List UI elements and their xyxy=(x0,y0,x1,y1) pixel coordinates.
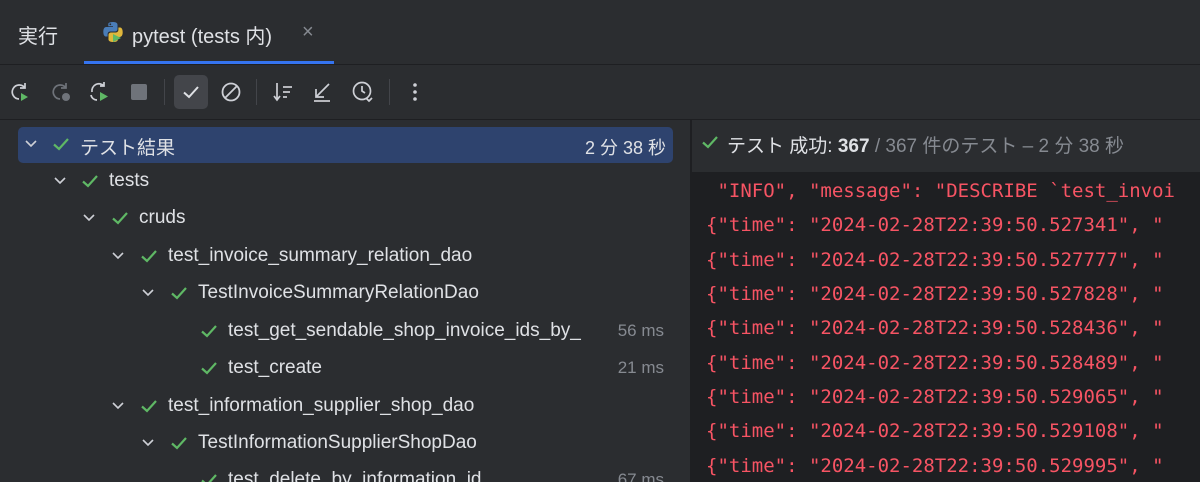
console-line: {"time": "2024-02-28T22:39:50.529995", " xyxy=(706,455,1164,477)
status-summary: / 367 件のテスト – 2 分 38 秒 xyxy=(869,136,1125,157)
close-tab-icon[interactable]: × xyxy=(302,21,314,44)
console-line: {"time": "2024-02-28T22:39:50.527828", " xyxy=(706,283,1164,305)
tree-node-label: test_create xyxy=(228,357,322,378)
tree-node-label: テスト結果 xyxy=(80,138,176,159)
sort-alphabetically-icon xyxy=(273,83,292,102)
active-tab-indicator xyxy=(84,61,334,64)
console-line: "INFO", "message": "DESCRIBE `test_invoi xyxy=(706,180,1175,202)
show-ignored-icon xyxy=(221,82,241,102)
tree-node-module[interactable]: test_information_supplier_shop_dao xyxy=(0,388,690,425)
passed-check-icon xyxy=(171,437,187,450)
tree-node-class[interactable]: TestInvoiceSummaryRelationDao xyxy=(0,275,690,312)
more-options-icon xyxy=(413,83,417,101)
sort-by-duration-icon xyxy=(352,81,373,103)
show-ignored-toggle[interactable] xyxy=(214,75,248,109)
passed-check-icon xyxy=(112,212,128,225)
sort-by-duration-button[interactable] xyxy=(346,75,380,109)
test-status-text: テスト 成功: 367 / 367 件のテスト – 2 分 38 秒 xyxy=(727,131,1124,158)
test-results-tree: テスト結果 2 分 38 秒 tests cruds test_invoice_… xyxy=(0,120,690,482)
console-line: {"time": "2024-02-28T22:39:50.528489", " xyxy=(706,352,1164,374)
chevron-down-icon[interactable] xyxy=(81,209,97,225)
passed-check-icon xyxy=(141,400,157,413)
tree-node-label: test_information_supplier_shop_dao xyxy=(168,395,475,416)
test-duration: 67 ms xyxy=(617,470,664,482)
passed-check-icon xyxy=(171,287,187,300)
tool-window-tab-bar: 実行 pytest (tests 内) × xyxy=(0,0,1200,65)
tree-node-label: TestInformationSupplierShopDao xyxy=(198,432,477,453)
tree-node-label: cruds xyxy=(139,207,186,228)
toggle-auto-test-button[interactable] xyxy=(82,75,116,109)
chevron-down-icon[interactable] xyxy=(52,172,68,188)
rerun-button[interactable] xyxy=(2,75,36,109)
rerun-failed-icon xyxy=(52,83,70,101)
sort-alphabetically-button[interactable] xyxy=(266,75,300,109)
chevron-down-icon[interactable] xyxy=(140,434,156,450)
toolbar-separator xyxy=(256,79,257,105)
passed-check-icon xyxy=(141,250,157,263)
tree-node-label: tests xyxy=(109,170,150,191)
tree-node-tests[interactable]: tests xyxy=(0,163,690,200)
tree-node-cruds[interactable]: cruds xyxy=(0,200,690,237)
console-line: {"time": "2024-02-28T22:39:50.529108", " xyxy=(706,420,1164,442)
tree-leaf-test[interactable]: test_get_sendable_shop_invoice_ids_by_ 5… xyxy=(0,313,690,350)
collapse-all-icon xyxy=(314,83,330,102)
console-output[interactable]: "INFO", "message": "DESCRIBE `test_invoi… xyxy=(692,172,1200,482)
chevron-down-icon[interactable] xyxy=(23,135,39,151)
chevron-down-icon[interactable] xyxy=(110,247,126,263)
tree-node-class[interactable]: TestInformationSupplierShopDao xyxy=(0,425,690,462)
passed-check-icon xyxy=(53,138,69,151)
test-duration: 21 ms xyxy=(617,358,664,377)
tree-node-module[interactable]: test_invoice_summary_relation_dao xyxy=(0,238,690,275)
chevron-down-icon[interactable] xyxy=(140,284,156,300)
passed-check-icon xyxy=(201,362,217,375)
tree-node-label: test_delete_by_information_id xyxy=(228,469,482,482)
stop-button[interactable] xyxy=(122,75,156,109)
run-tool-window-title: 実行 xyxy=(18,26,58,48)
console-line: {"time": "2024-02-28T22:39:50.528436", " xyxy=(706,317,1164,339)
tree-leaf-test[interactable]: test_create 21 ms xyxy=(0,350,690,387)
rerun-failed-button[interactable] xyxy=(43,75,77,109)
tree-node-label: test_get_sendable_shop_invoice_ids_by_ xyxy=(228,320,581,341)
show-passed-toggle[interactable] xyxy=(174,75,208,109)
toggle-auto-test-icon xyxy=(90,82,108,101)
toolbar-separator xyxy=(164,79,165,105)
tree-root-test-results[interactable]: テスト結果 2 分 38 秒 xyxy=(0,126,690,163)
console-line: {"time": "2024-02-28T22:39:50.527341", " xyxy=(706,214,1164,236)
console-line: {"time": "2024-02-28T22:39:50.529065", " xyxy=(706,386,1164,408)
collapse-all-button[interactable] xyxy=(305,75,339,109)
tree-node-label: test_invoice_summary_relation_dao xyxy=(168,245,473,266)
passed-check-icon xyxy=(201,325,217,338)
passed-check-icon xyxy=(82,175,98,188)
tab-pytest-label: pytest (tests 内) xyxy=(132,26,273,48)
passed-check-icon xyxy=(201,474,217,482)
toolbar-separator xyxy=(389,79,390,105)
tab-pytest[interactable]: pytest (tests 内) × xyxy=(84,0,334,64)
test-duration: 56 ms xyxy=(617,321,664,340)
console-line: {"time": "2024-02-28T22:39:50.527777", " xyxy=(706,249,1164,271)
tree-leaf-test[interactable]: test_delete_by_information_id 67 ms xyxy=(0,462,690,482)
more-options-button[interactable] xyxy=(398,75,432,109)
rerun-icon xyxy=(11,83,28,101)
chevron-down-icon[interactable] xyxy=(110,397,126,413)
passed-check-icon xyxy=(702,136,718,149)
test-duration: 2 分 38 秒 xyxy=(584,138,666,158)
passed-count: 367 xyxy=(837,136,870,157)
test-status-bar: テスト 成功: 367 / 367 件のテスト – 2 分 38 秒 xyxy=(692,120,1200,172)
status-label: テスト 成功: xyxy=(727,136,838,157)
stop-icon xyxy=(131,84,147,100)
test-runner-toolbar xyxy=(0,65,1200,120)
python-icon xyxy=(103,22,123,42)
show-passed-icon xyxy=(183,86,199,99)
tree-node-label: TestInvoiceSummaryRelationDao xyxy=(198,282,479,303)
